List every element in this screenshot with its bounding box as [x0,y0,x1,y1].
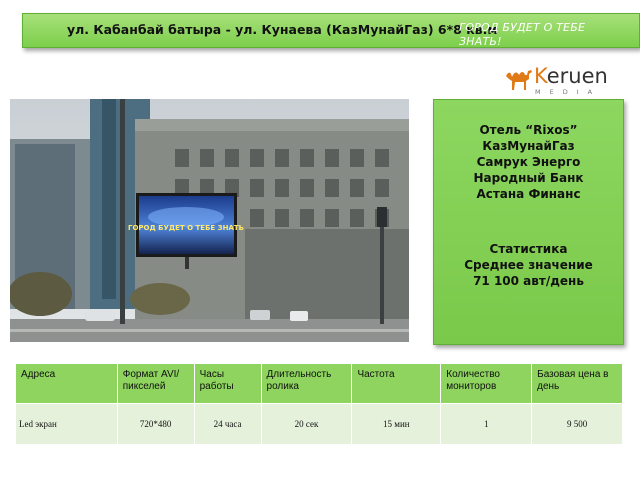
cell-price: 9 500 [531,403,623,445]
logo-tagline: MEDIA [535,88,602,96]
header-monitors: Количество мониторов [440,363,533,404]
advertiser-item: Народный Банк [473,171,584,185]
billboard-screen-text: ГОРОД БУДЕТ О ТЕБЕ ЗНАТЬ [128,224,244,232]
cell-format: 720*480 [116,403,195,445]
advertiser-item: Астана Финанс [476,187,581,201]
header-frequency: Частота [351,363,442,404]
header-slogan: ГОРОД БУДЕТ О ТЕБЕ ЗНАТЬ! [459,21,586,48]
header-title: ул. Кабанбай батыра - ул. Кунаева (КазМу… [67,22,498,37]
stats-value: 71 100 авт/день [473,274,584,288]
header-banner: ул. Кабанбай батыра - ул. Кунаева (КазМу… [22,13,640,48]
table-header-row: Адреса Формат AVI/ пикселей Часы работы … [15,363,623,404]
advertiser-item: КазМунайГаз [482,139,575,153]
advertiser-item: Самрук Энерго [476,155,581,169]
keruen-media-logo: Keruen MEDIA [504,64,614,98]
header-duration: Длительность ролика [260,363,353,404]
cell-duration: 20 сек [260,403,353,445]
cell-hours: 24 часа [193,403,262,445]
info-panel: Отель “Rixos” КазМунайГаз Самрук Энерго … [433,99,624,345]
cell-address: Led экран [15,403,118,445]
logo-wordmark: Keruen [534,64,608,88]
table-row: Led экран 720*480 24 часа 20 сек 15 мин … [15,403,623,445]
pricing-table: Адреса Формат AVI/ пикселей Часы работы … [15,363,623,445]
cell-frequency: 15 мин [351,403,442,445]
header-price: Базовая цена в день [531,363,623,404]
header-format: Формат AVI/ пикселей [116,363,195,404]
header-hours: Часы работы [193,363,262,404]
advertiser-item: Отель “Rixos” [479,123,578,137]
stats-label: Среднее значение [464,258,593,272]
camel-icon [506,70,532,90]
cell-monitors: 1 [440,403,533,445]
traffic-statistics: Статистика Среднее значение 71 100 авт/д… [434,241,623,289]
advertisers-list: Отель “Rixos” КазМунайГаз Самрук Энерго … [434,122,623,202]
stats-heading: Статистика [489,242,568,256]
header-address: Адреса [15,363,118,404]
billboard-location-photo: ГОРОД БУДЕТ О ТЕБЕ ЗНАТЬ [10,99,409,342]
